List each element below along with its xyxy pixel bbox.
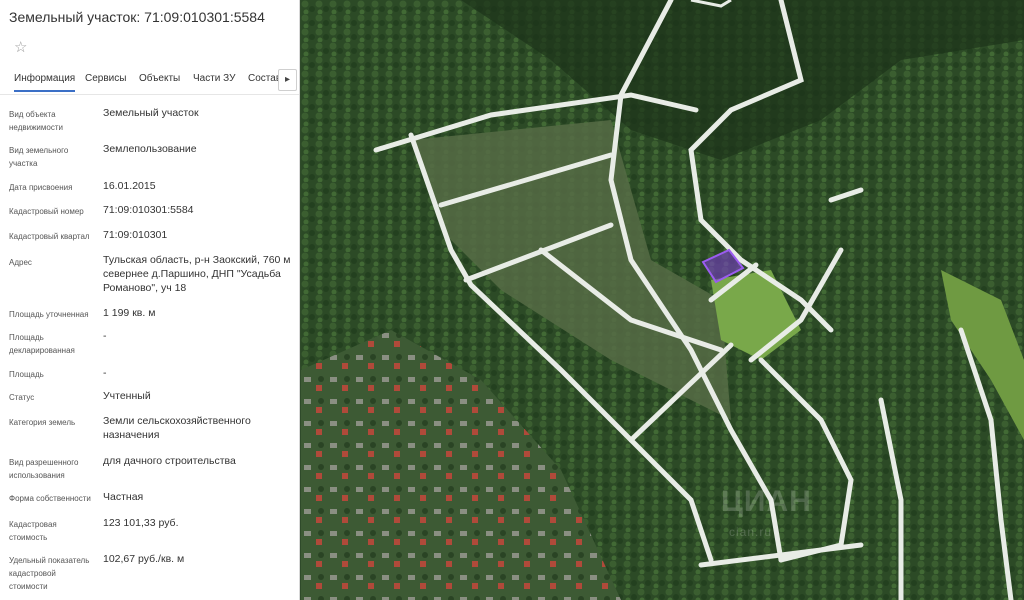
field-label: Площадь [9, 370, 44, 379]
field-label: Категория земель [9, 418, 76, 427]
field-label: Кадастровая стоимость [9, 520, 57, 542]
page-title: Земельный участок: 71:09:010301:5584 [9, 9, 265, 25]
field-label: Адрес [9, 258, 32, 267]
field-value: 71:09:010301 [103, 229, 168, 241]
field-label: Вид разрешенного использования [9, 458, 79, 480]
field-label: Кадастровый номер [9, 207, 84, 216]
field-label: Вид земельного участка [9, 146, 69, 168]
field-label: Статус [9, 393, 35, 402]
tab-services[interactable]: Сервисы [85, 73, 126, 84]
field-value: 16.01.2015 [103, 180, 156, 192]
field-value: Частная [103, 491, 144, 503]
field-label: Площадь уточненная [9, 310, 89, 319]
chevron-right-icon[interactable]: ▸ [278, 69, 297, 91]
field-label: Форма собственности [9, 494, 91, 503]
field-value: Земли сельскохозяйственного назначения [103, 415, 251, 441]
tab-objects[interactable]: Объекты [139, 73, 180, 84]
field-label: Дата присвоения [9, 183, 73, 192]
map-canvas[interactable] [301, 0, 1024, 600]
star-outline-icon[interactable]: ☆ [14, 38, 27, 56]
tab-parts[interactable]: Части ЗУ [193, 73, 235, 84]
field-label: Площадь декларированная [9, 333, 75, 355]
satellite-map[interactable]: ЦИАН cian.ru [301, 0, 1024, 600]
field-value: - [103, 330, 107, 342]
info-panel: Земельный участок: 71:09:010301:5584 ☆ И… [0, 0, 300, 600]
address-value: Тульская область, р-н Заокский, 760 м се… [103, 254, 291, 294]
field-value: для дачного строительства [103, 455, 236, 467]
field-label: Удельный показатель кадастровой стоимост… [9, 556, 90, 591]
field-value: Землепользование [103, 143, 197, 155]
field-value: 102,67 руб./кв. м [103, 553, 185, 565]
field-value: Земельный участок [103, 107, 199, 119]
tab-info[interactable]: Информация [14, 73, 76, 92]
field-label: Вид объекта недвижимости [9, 110, 63, 132]
watermark-logo: ЦИАН cian.ru [721, 485, 812, 539]
field-label: Кадастровый квартал [9, 232, 90, 241]
field-value: - [103, 367, 107, 379]
field-value: 123 101,33 руб. [103, 517, 179, 529]
tab-bar: Информация Сервисы Объекты Части ЗУ Сост… [0, 66, 299, 95]
status-value: Учтенный [103, 390, 151, 402]
field-value: 1 199 кв. м [103, 307, 156, 319]
tab-composition[interactable]: Состав [248, 73, 281, 84]
field-value: 71:09:010301:5584 [103, 204, 194, 216]
